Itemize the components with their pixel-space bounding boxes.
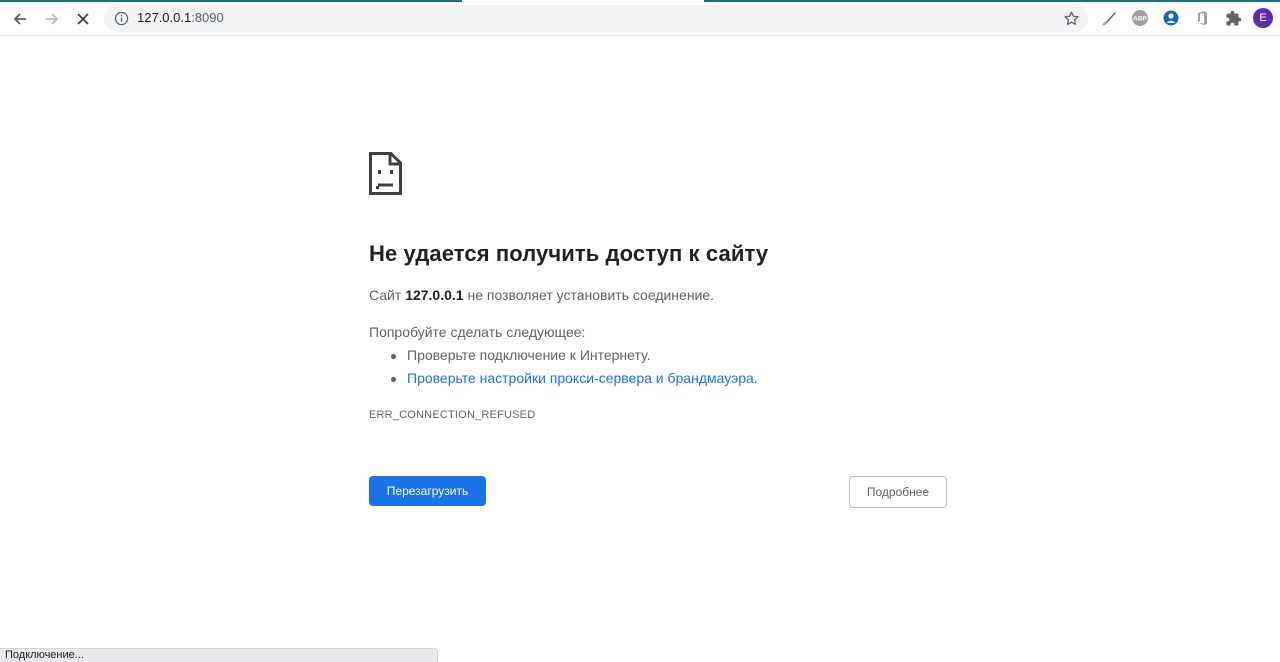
bookmark-star-icon[interactable] [1063,10,1080,27]
address-bar[interactable]: 127.0.0.1:8090 [104,5,1088,32]
adblock-plus-button[interactable]: ABP [1130,8,1150,28]
arrow-left-icon [13,13,26,25]
pen-extension-icon [1102,12,1116,26]
suggestion-check-connection: Проверьте подключение к Интернету. [407,347,651,363]
arrow-right-icon [46,13,59,25]
download-extension-button[interactable] [1161,8,1181,28]
close-icon [77,13,89,25]
url-port: :8090 [191,10,224,25]
office-extension-button[interactable] [1192,8,1212,28]
summary-host: 127.0.0.1 [405,287,464,303]
info-icon[interactable] [114,11,129,26]
summary-prefix: Сайт [369,287,406,303]
stop-loading-button[interactable] [70,6,96,32]
error-code: ERR_CONNECTION_REFUSED [369,409,536,421]
suggestion-item: Проверьте подключение к Интернету. [387,347,758,370]
url-host: 127.0.0.1 [137,10,192,25]
forward-button[interactable] [39,6,65,32]
reload-button[interactable]: Перезагрузить [369,476,486,506]
details-button[interactable]: Подробнее [849,476,947,508]
suggestion-proxy-firewall-link[interactable]: Проверьте настройки прокси-сервера и бра… [407,370,758,386]
url-text[interactable]: 127.0.0.1:8090 [137,10,224,25]
pen-extension-button[interactable] [1099,8,1119,28]
summary-suffix: не позволяет установить соединение. [463,287,715,303]
status-bubble: Подключение... [0,648,438,662]
suggestions-list: Проверьте подключение к Интернету. Прове… [387,347,758,393]
suggestions-title: Попробуйте сделать следующее: [369,324,586,340]
browser-toolbar: 127.0.0.1:8090 ABP E [0,0,1280,36]
back-button[interactable] [7,6,33,32]
extensions-puzzle-icon [1225,10,1241,26]
tab-strip-edge [0,0,462,2]
error-heading: Не удается получить доступ к сайту [369,241,769,266]
extensions-menu-button[interactable] [1223,8,1243,28]
sad-page-icon [369,152,402,195]
suggestion-item: Проверьте настройки прокси-сервера и бра… [387,370,758,393]
office-extension-icon [1198,11,1207,25]
error-summary: Сайт 127.0.0.1 не позволяет установить с… [369,287,714,303]
svg-text:ABP: ABP [1133,16,1147,23]
tab-strip-edge [704,0,1280,2]
adblock-plus-icon: ABP [1132,10,1148,26]
download-extension-icon [1163,10,1179,26]
profile-avatar[interactable]: E [1253,8,1273,28]
